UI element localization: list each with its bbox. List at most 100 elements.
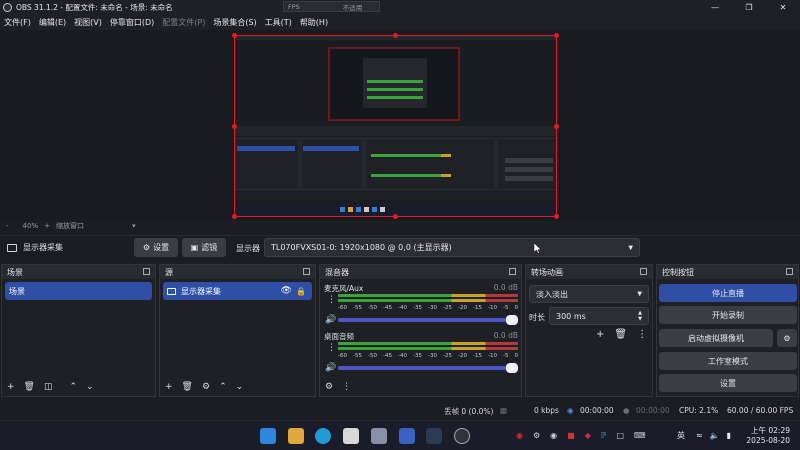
menu-scene-collection[interactable]: 场景集合(S)	[213, 17, 256, 28]
add-icon[interactable]: +	[7, 382, 15, 392]
resize-handle-bottom-left[interactable]	[232, 214, 237, 219]
recursive-preview-image	[235, 36, 556, 216]
gear-icon[interactable]: ⚙	[202, 382, 210, 392]
close-icon[interactable]: ✕	[766, 0, 800, 14]
add-icon[interactable]: +	[165, 382, 173, 392]
taskbar: ◉ ⚙ ◉ ■ ◆ ℙ □ ⌨ 英 ≈ 🔈 ▮ 上午 02:29 2025-08…	[0, 420, 800, 450]
mixer-title: 混音器	[325, 267, 349, 277]
lock-icon[interactable]: 🔒	[296, 287, 306, 296]
file-explorer-icon[interactable]	[288, 428, 304, 444]
source-item[interactable]: 显示器采集 👁 🔒	[163, 282, 312, 300]
undock-icon[interactable]	[143, 268, 150, 275]
gear-icon[interactable]: ⚙	[325, 382, 333, 392]
transition-select[interactable]: 淡入淡出 ▼	[529, 285, 649, 303]
zoom-out-button[interactable]: -	[6, 222, 9, 230]
tray-app-icon[interactable]: □	[616, 431, 624, 440]
slider-knob[interactable]	[506, 363, 518, 373]
trash-icon[interactable]: 🗑	[182, 382, 193, 392]
obs-taskbar-icon[interactable]	[454, 428, 470, 444]
undock-icon[interactable]	[509, 268, 516, 275]
speaker-icon[interactable]: 🔊	[325, 363, 336, 373]
more-options-icon[interactable]: ⋮	[327, 343, 336, 353]
app-icon[interactable]	[371, 428, 387, 444]
trash-icon[interactable]: 🗑	[24, 382, 35, 392]
add-icon[interactable]: +	[596, 329, 604, 340]
slider-knob[interactable]	[506, 315, 518, 325]
menu-help[interactable]: 帮助(H)	[300, 17, 328, 28]
spin-arrows-icon[interactable]: ▲ ▼	[638, 310, 642, 322]
meter-scale: -60 -55 -50 -45 -40 -35 -30 -25 -20 -15 -10 -5 0	[338, 305, 518, 311]
resize-handle-top-left[interactable]	[232, 33, 237, 38]
tray-amd-icon[interactable]: ■	[567, 431, 575, 440]
tray-app-icon[interactable]: ◉	[550, 431, 557, 440]
app-icon[interactable]	[399, 428, 415, 444]
volume-meter	[338, 342, 518, 352]
zoom-in-button[interactable]: +	[44, 222, 50, 230]
start-recording-button[interactable]: 开始录制	[659, 306, 797, 324]
stop-streaming-button[interactable]: 停止直播	[659, 284, 797, 302]
windows-start-icon[interactable]	[260, 428, 276, 444]
chevron-up-icon[interactable]: ⌃	[219, 382, 227, 392]
menu-profile[interactable]: 配置文件(P)	[162, 17, 205, 28]
resize-handle-right[interactable]	[554, 124, 559, 129]
bluetooth-icon[interactable]: ℙ	[601, 431, 607, 440]
tray-app-icon[interactable]: ◆	[585, 431, 591, 440]
source-settings-button[interactable]: ⚙ 设置	[134, 238, 178, 257]
undock-icon[interactable]	[640, 268, 647, 275]
status-bar: 丢帧 0 (0.0%) ▩ 0 kbps ◉ 00:00:00 ● 00:00:…	[0, 401, 800, 420]
menu-view[interactable]: 视图(V)	[74, 17, 102, 28]
source-filters-button[interactable]: ▣ 滤镜	[182, 238, 226, 257]
quick-settings[interactable]: ≈ 🔈 ▮	[696, 431, 731, 440]
preview-canvas[interactable]	[234, 35, 557, 217]
zoom-to-window[interactable]: 缩放窗口	[56, 221, 84, 231]
menu-docks[interactable]: 停靠窗口(D)	[110, 17, 154, 28]
scene-filter-icon[interactable]: ◫	[44, 382, 53, 392]
menu-tools[interactable]: 工具(T)	[265, 17, 292, 28]
chevron-up-icon[interactable]: ⌃	[70, 382, 78, 392]
resize-handle-bottom-right[interactable]	[554, 214, 559, 219]
chevron-down-icon[interactable]: ⌄	[236, 382, 244, 392]
eye-icon[interactable]: 👁	[281, 286, 292, 296]
edge-browser-icon[interactable]	[315, 428, 331, 444]
record-icon: ●	[623, 406, 630, 415]
display-label: 显示器	[236, 244, 260, 253]
scene-item[interactable]: 场景	[5, 282, 152, 300]
track-name: 麦克风/Aux	[324, 284, 364, 293]
ime-indicator[interactable]: 英	[677, 430, 685, 441]
undock-icon[interactable]	[786, 268, 793, 275]
start-virtual-camera-button[interactable]: 启动虚拟摄像机	[659, 329, 773, 347]
zoom-dropdown-icon[interactable]: ▾	[132, 222, 136, 230]
speaker-icon[interactable]: 🔊	[325, 315, 336, 325]
store-icon[interactable]	[343, 428, 359, 444]
tray-app-icon[interactable]: ◉	[516, 431, 523, 440]
settings-button[interactable]: 设置	[659, 374, 797, 392]
trash-icon[interactable]: 🗑	[614, 329, 627, 340]
maximize-icon[interactable]: ❐	[732, 0, 766, 14]
volume-slider[interactable]	[338, 363, 518, 373]
resize-handle-bottom[interactable]	[393, 214, 398, 219]
menu-edit[interactable]: 编辑(E)	[39, 17, 66, 28]
zoom-bar: - 40% + 缩放窗口 ▾	[0, 220, 800, 232]
virtual-camera-settings-button[interactable]: ⚙	[777, 329, 797, 347]
volume-slider[interactable]	[338, 315, 518, 325]
controls-title: 控制按钮	[662, 267, 694, 277]
clock[interactable]: 上午 02:29 2025-08-20	[746, 426, 790, 446]
more-options-icon[interactable]: ⋮	[342, 382, 351, 392]
more-options-icon[interactable]: ⋮	[327, 295, 336, 305]
tray-steam-icon[interactable]: ⚙	[533, 431, 540, 440]
duration-spinbox[interactable]: 300 ms ▲ ▼	[549, 307, 649, 325]
resize-handle-left[interactable]	[232, 124, 237, 129]
current-source: 显示器采集	[7, 242, 63, 253]
steam-icon[interactable]	[426, 428, 442, 444]
studio-mode-button[interactable]: 工作室模式	[659, 352, 797, 370]
menu-file[interactable]: 文件(F)	[4, 17, 31, 28]
chevron-down-icon[interactable]: ⌄	[86, 382, 94, 392]
display-select[interactable]: TL070FVXS01-0: 1920x1080 @ 0,0 (主显示器) ▼	[264, 238, 640, 257]
undock-icon[interactable]	[303, 268, 310, 275]
resize-handle-top-right[interactable]	[554, 33, 559, 38]
mixer-header: 混音器	[320, 265, 521, 279]
minimize-icon[interactable]: —	[698, 0, 732, 14]
keyboard-icon[interactable]: ⌨	[634, 431, 646, 440]
resize-handle-top[interactable]	[393, 33, 398, 38]
more-options-icon[interactable]: ⋮	[637, 329, 647, 340]
